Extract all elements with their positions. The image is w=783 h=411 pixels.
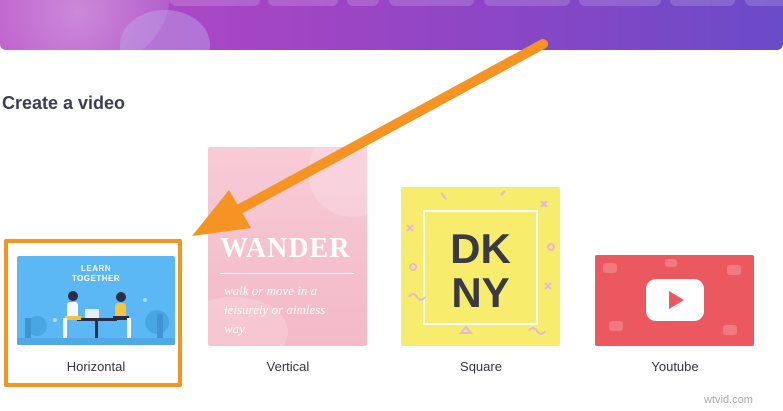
card-vertical[interactable]: WANDER walk or move in a leisurely or ai… [208,147,368,347]
card-label-youtube: Youtube [651,359,699,374]
section-title: Create a video [2,93,126,113]
banner-tab[interactable] [268,0,338,6]
vertical-decoration [308,147,367,217]
banner-tab[interactable] [745,0,783,6]
play-icon [646,279,704,321]
thumbnail-body-line2: leisurely or aimless [224,302,326,317]
banner-tab[interactable] [670,0,735,6]
thumbnail-logo-line1: DK [450,225,511,272]
thumbnail-divider [220,273,354,274]
card-label-square: Square [460,359,502,374]
card-youtube[interactable] [595,255,755,347]
banner-tab[interactable] [579,0,661,6]
card-label-vertical: Vertical [266,359,310,374]
header-banner [0,0,783,50]
banner-tab[interactable] [484,0,570,6]
youtube-thumbnail [595,255,754,346]
banner-tab[interactable] [347,0,379,6]
thumbnail-body-line3: way. [224,321,248,336]
card-square[interactable]: DK NY [401,187,561,347]
thumbnail-body-line1: walk or move in a [224,283,318,298]
square-thumbnail: DK NY [401,187,560,346]
banner-tab[interactable] [389,0,474,6]
thumbnail-logo-line2: NY [451,269,510,316]
thumbnail-title: WANDER [220,233,351,264]
vertical-thumbnail: WANDER walk or move in a leisurely or ai… [208,147,367,346]
banner-tab[interactable] [170,0,260,6]
watermark: wtvid.com [704,394,753,406]
selection-highlight [4,239,182,387]
